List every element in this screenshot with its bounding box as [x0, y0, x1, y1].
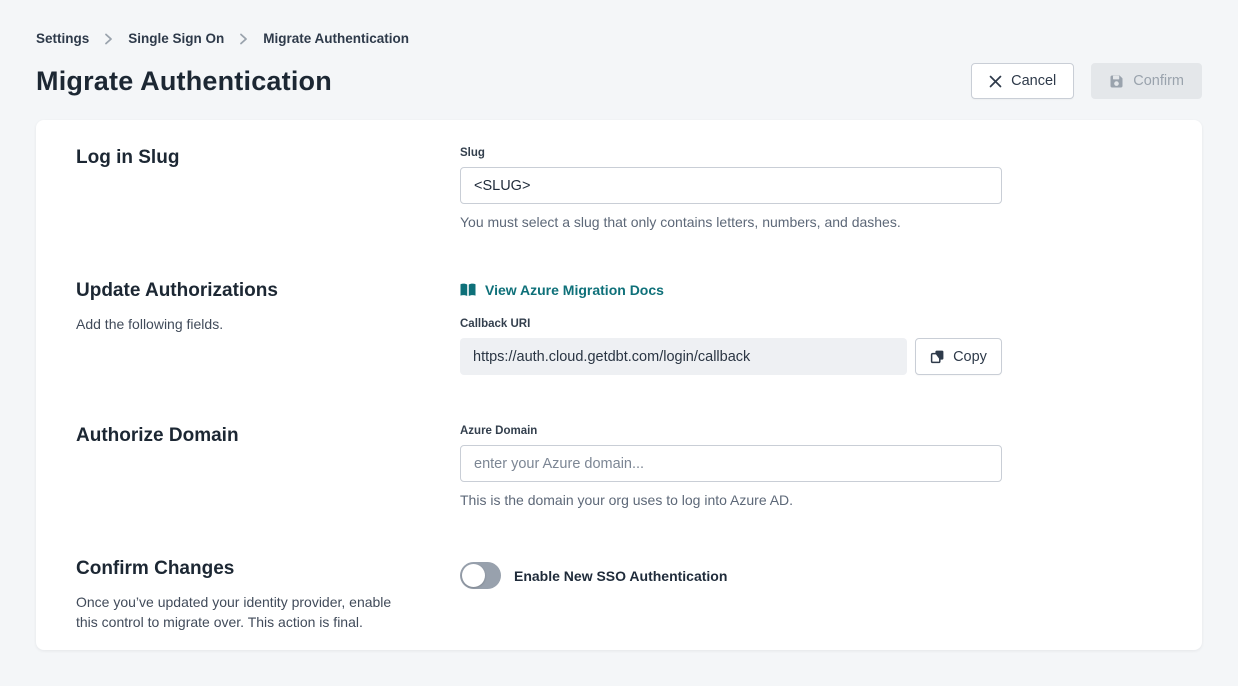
- login-slug-heading: Log in Slug: [76, 147, 416, 169]
- copy-button[interactable]: Copy: [915, 338, 1002, 375]
- breadcrumb: Settings Single Sign On Migrate Authenti…: [36, 0, 1202, 46]
- update-authorizations-description: Add the following fields.: [76, 314, 406, 334]
- sso-toggle-row: Enable New SSO Authentication: [460, 562, 1002, 589]
- header-actions: Cancel Confirm: [971, 63, 1202, 99]
- book-icon: [460, 283, 476, 297]
- section-authorize-domain: Authorize Domain Azure Domain This is th…: [76, 425, 1162, 508]
- slug-input[interactable]: [460, 167, 1002, 204]
- confirm-button-label: Confirm: [1133, 73, 1184, 89]
- update-authorizations-heading: Update Authorizations: [76, 280, 416, 302]
- copy-button-label: Copy: [953, 349, 987, 365]
- migrate-authentication-page: Settings Single Sign On Migrate Authenti…: [0, 0, 1238, 650]
- callback-uri-field-label: Callback URI: [460, 318, 1002, 330]
- page-title: Migrate Authentication: [36, 66, 332, 97]
- breadcrumb-single-sign-on[interactable]: Single Sign On: [128, 31, 224, 46]
- close-icon: [989, 75, 1002, 88]
- enable-sso-toggle[interactable]: [460, 562, 501, 589]
- azure-domain-helper-text: This is the domain your org uses to log …: [460, 492, 1002, 508]
- azure-migration-docs-link[interactable]: View Azure Migration Docs: [460, 282, 664, 298]
- toggle-knob: [462, 564, 485, 587]
- slug-field-label: Slug: [460, 147, 1002, 159]
- page-header: Migrate Authentication Cancel Confirm: [36, 63, 1202, 99]
- breadcrumb-migrate-authentication: Migrate Authentication: [263, 31, 409, 46]
- chevron-right-icon: [239, 33, 248, 45]
- authorize-domain-heading: Authorize Domain: [76, 425, 416, 447]
- section-login-slug: Log in Slug Slug You must select a slug …: [76, 147, 1162, 230]
- enable-sso-toggle-label: Enable New SSO Authentication: [514, 568, 727, 584]
- section-update-authorizations: Update Authorizations Add the following …: [76, 280, 1162, 375]
- copy-icon: [930, 349, 945, 364]
- callback-uri-row: https://auth.cloud.getdbt.com/login/call…: [460, 338, 1002, 375]
- azure-domain-input[interactable]: [460, 445, 1002, 482]
- section-confirm-changes: Confirm Changes Once you’ve updated your…: [76, 558, 1162, 633]
- azure-domain-field-label: Azure Domain: [460, 425, 1002, 437]
- confirm-button[interactable]: Confirm: [1091, 63, 1202, 99]
- settings-card: Log in Slug Slug You must select a slug …: [36, 120, 1202, 650]
- confirm-changes-heading: Confirm Changes: [76, 558, 416, 580]
- slug-helper-text: You must select a slug that only contain…: [460, 214, 1002, 230]
- chevron-right-icon: [104, 33, 113, 45]
- azure-migration-docs-link-label: View Azure Migration Docs: [485, 282, 664, 298]
- callback-uri-value: https://auth.cloud.getdbt.com/login/call…: [460, 338, 907, 375]
- cancel-button-label: Cancel: [1011, 73, 1056, 89]
- confirm-changes-description: Once you’ve updated your identity provid…: [76, 592, 406, 633]
- cancel-button[interactable]: Cancel: [971, 63, 1074, 99]
- save-icon: [1109, 74, 1124, 89]
- breadcrumb-settings[interactable]: Settings: [36, 31, 89, 46]
